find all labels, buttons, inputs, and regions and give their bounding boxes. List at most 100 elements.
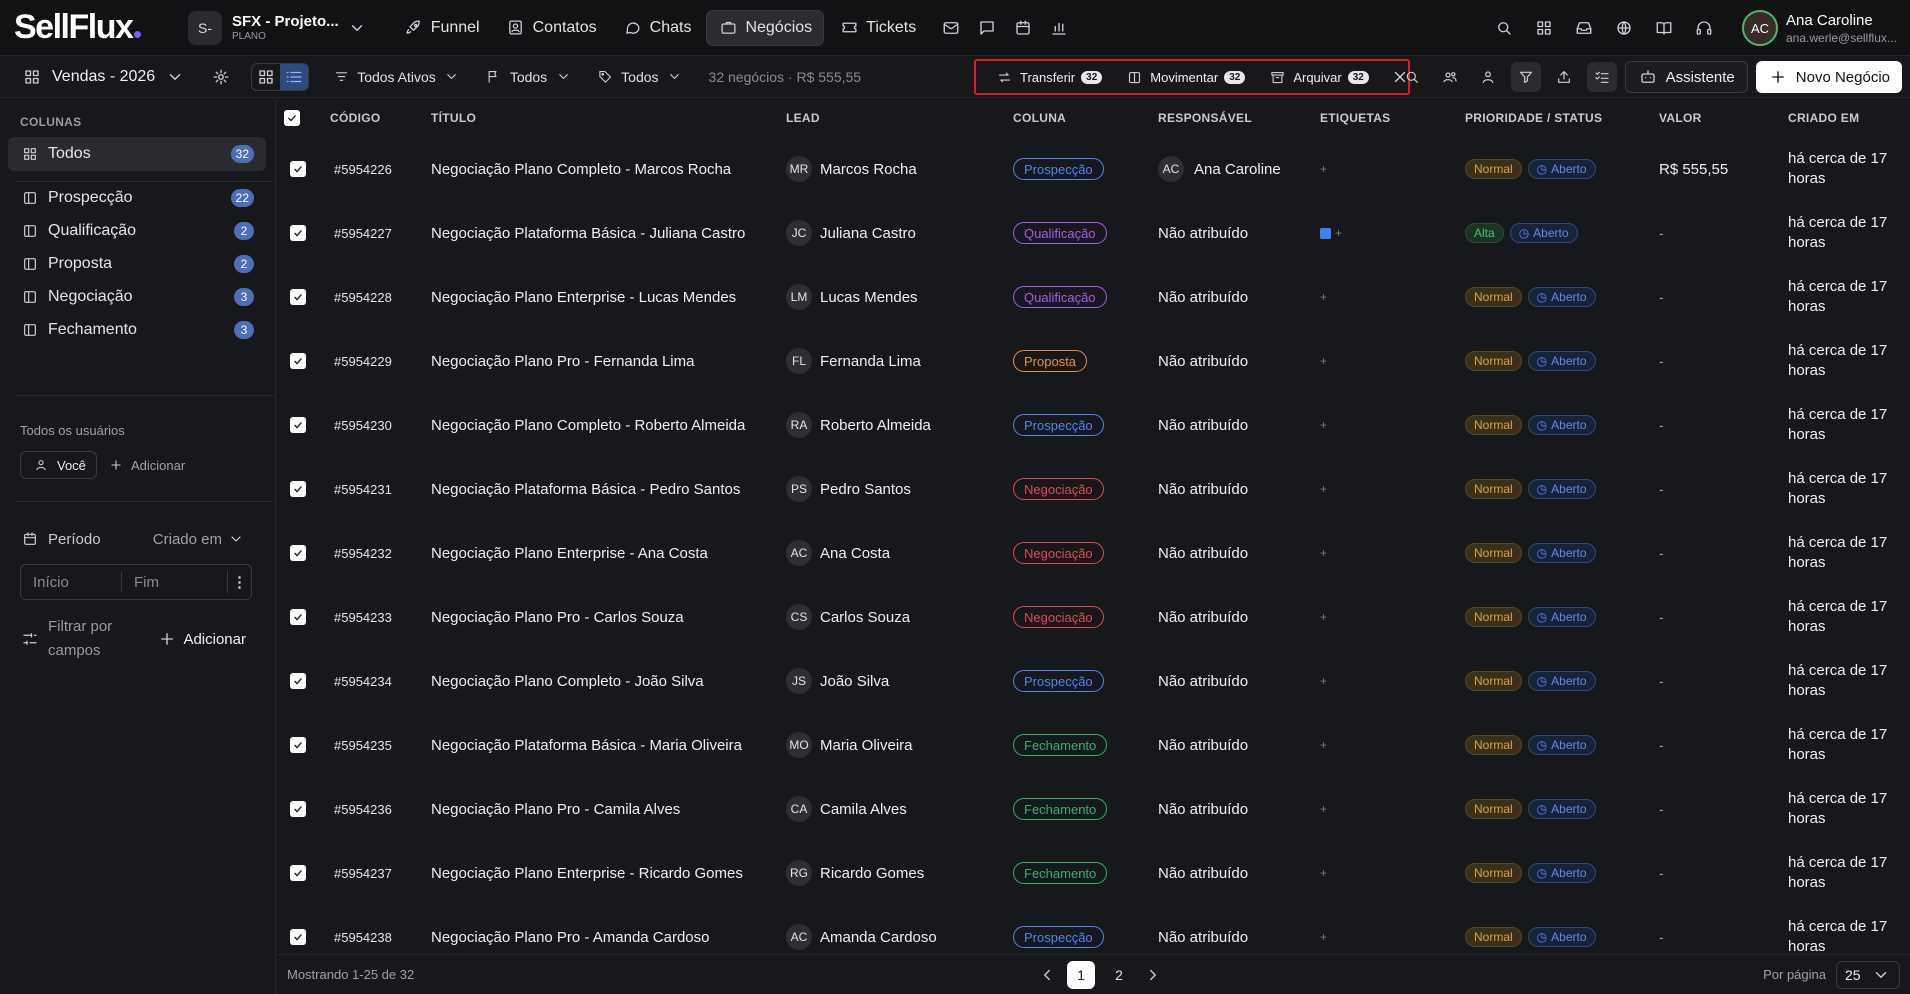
priority-status-cell[interactable]: Normal ◷ Aberto [1465, 649, 1596, 713]
new-deal-button[interactable]: Novo Negócio [1755, 61, 1902, 93]
add-tag-icon[interactable]: + [1320, 354, 1327, 368]
responsible-cell[interactable]: Não atribuído [1158, 841, 1248, 905]
responsible-cell[interactable]: Não atribuído [1158, 457, 1248, 521]
period-select[interactable]: Criado em [153, 529, 246, 549]
add-tag-icon[interactable]: + [1320, 418, 1327, 432]
nav-tickets[interactable]: Tickets [828, 10, 927, 46]
stage-cell[interactable]: Prospecção [1013, 137, 1104, 201]
transfer-button[interactable]: Transferir 32 [994, 67, 1103, 87]
stage-cell[interactable]: Negociação [1013, 585, 1104, 649]
row-checkbox[interactable] [290, 841, 306, 905]
row-checkbox[interactable] [290, 713, 306, 777]
row-checkbox[interactable] [290, 905, 306, 953]
row-checkbox[interactable] [290, 329, 306, 393]
table-row[interactable]: #5954233 Negociação Plano Pro - Carlos S… [277, 585, 1910, 649]
row-checkbox[interactable] [290, 137, 306, 201]
per-page-select[interactable]: 25 [1836, 960, 1900, 989]
add-tag-icon[interactable]: + [1320, 866, 1327, 880]
deal-title[interactable]: Negociação Plano Pro - Carlos Souza [431, 585, 684, 649]
add-tag-icon[interactable]: + [1320, 546, 1327, 560]
header-lead[interactable]: LEAD [786, 99, 820, 137]
deal-title[interactable]: Negociação Plano Enterprise - Lucas Mend… [431, 265, 736, 329]
add-tag-icon[interactable]: + [1320, 162, 1327, 176]
sidebar-item-prospeccao[interactable]: Prospecção 22 [8, 181, 266, 215]
stage-cell[interactable]: Qualificação [1013, 265, 1107, 329]
apps-grid-icon[interactable] [1534, 18, 1554, 38]
table-row[interactable]: #5954236 Negociação Plano Pro - Camila A… [277, 777, 1910, 841]
bar-chart-icon[interactable] [1049, 18, 1069, 38]
sidebar-item-proposta[interactable]: Proposta 2 [8, 247, 266, 281]
priority-status-cell[interactable]: Normal ◷ Aberto [1465, 329, 1596, 393]
responsible-cell[interactable]: Não atribuído [1158, 585, 1248, 649]
users-button[interactable] [1435, 62, 1465, 92]
end-date-input[interactable]: Fim [122, 574, 222, 591]
responsible-cell[interactable]: Não atribuído [1158, 521, 1248, 585]
mail-icon[interactable] [941, 18, 961, 38]
header-responsavel[interactable]: RESPONSÁVEL [1158, 99, 1252, 137]
stage-cell[interactable]: Prospecção [1013, 393, 1104, 457]
responsible-cell[interactable]: Não atribuído [1158, 713, 1248, 777]
stage-cell[interactable]: Negociação [1013, 457, 1104, 521]
header-codigo[interactable]: CÓDIGO [330, 99, 380, 137]
nav-chats[interactable]: Chats [612, 10, 703, 46]
checklist-button[interactable] [1586, 62, 1617, 92]
priority-status-cell[interactable]: Normal ◷ Aberto [1465, 841, 1596, 905]
deal-title[interactable]: Negociação Plano Completo - Marcos Rocha [431, 137, 731, 201]
stage-cell[interactable]: Qualificação [1013, 201, 1107, 265]
headset-icon[interactable] [1694, 18, 1714, 38]
stage-cell[interactable]: Prospecção [1013, 905, 1104, 953]
priority-status-cell[interactable]: Normal ◷ Aberto [1465, 713, 1596, 777]
header-etiquetas[interactable]: ETIQUETAS [1320, 99, 1390, 137]
row-checkbox[interactable] [290, 265, 306, 329]
sidebar-item-todos[interactable]: Todos 32 [8, 137, 266, 171]
stage-cell[interactable]: Fechamento [1013, 777, 1108, 841]
nav-funnel[interactable]: Funnel [393, 10, 491, 46]
responsible-cell[interactable]: AC Ana Caroline [1158, 137, 1281, 201]
deal-title[interactable]: Negociação Plano Pro - Camila Alves [431, 777, 680, 841]
user-menu[interactable]: Ana Caroline ana.werle@sellflux... [1786, 12, 1910, 45]
add-tag-icon[interactable]: + [1320, 738, 1327, 752]
more-vertical-icon[interactable]: ⋮ [227, 571, 251, 593]
table-row[interactable]: #5954232 Negociação Plano Enterprise - A… [277, 521, 1910, 585]
header-criado-em[interactable]: CRIADO EM [1788, 99, 1859, 137]
header-coluna[interactable]: COLUNA [1013, 99, 1066, 137]
book-open-icon[interactable] [1654, 18, 1674, 38]
search-icon[interactable] [1494, 18, 1514, 38]
deal-title[interactable]: Negociação Plano Enterprise - Ricardo Go… [431, 841, 743, 905]
table-row[interactable]: #5954238 Negociação Plano Pro - Amanda C… [277, 905, 1910, 953]
responsible-cell[interactable]: Não atribuído [1158, 905, 1248, 953]
deal-title[interactable]: Negociação Plataforma Básica - Maria Oli… [431, 713, 742, 777]
table-row[interactable]: #5954229 Negociação Plano Pro - Fernanda… [277, 329, 1910, 393]
add-tag-icon[interactable]: + [1320, 802, 1327, 816]
page-2-button[interactable]: 2 [1105, 961, 1133, 989]
table-row[interactable]: #5954228 Negociação Plano Enterprise - L… [277, 265, 1910, 329]
lead-cell[interactable]: JS João Silva [786, 649, 889, 713]
row-checkbox[interactable] [290, 393, 306, 457]
stage-cell[interactable]: Prospecção [1013, 649, 1104, 713]
lead-cell[interactable]: AC Ana Costa [786, 521, 890, 585]
deal-title[interactable]: Negociação Plano Completo - João Silva [431, 649, 704, 713]
nav-contatos[interactable]: Contatos [495, 10, 608, 46]
kanban-view-button[interactable] [252, 64, 280, 90]
user-avatar[interactable]: AC [1742, 10, 1778, 46]
move-button[interactable]: Movimentar 32 [1124, 67, 1246, 87]
table-row[interactable]: #5954237 Negociação Plano Enterprise - R… [277, 841, 1910, 905]
inbox-icon[interactable] [1574, 18, 1594, 38]
deal-title[interactable]: Negociação Plano Enterprise - Ana Costa [431, 521, 708, 585]
stage-cell[interactable]: Fechamento [1013, 841, 1108, 905]
tag-filter[interactable]: Todos [595, 67, 684, 87]
table-row[interactable]: #5954226 Negociação Plano Completo - Mar… [277, 137, 1910, 201]
priority-filter[interactable]: Todos [484, 67, 573, 87]
row-checkbox[interactable] [290, 521, 306, 585]
archive-button[interactable]: Arquivar 32 [1267, 67, 1369, 87]
start-date-input[interactable]: Início [21, 574, 121, 591]
app-logo[interactable]: SellFlux [14, 8, 160, 47]
sidebar-item-fechamento[interactable]: Fechamento 3 [8, 313, 266, 347]
user-button[interactable] [1473, 62, 1503, 92]
lead-cell[interactable]: PS Pedro Santos [786, 457, 911, 521]
sidebar-item-negociacao[interactable]: Negociação 3 [8, 280, 266, 314]
search-button[interactable] [1397, 62, 1427, 92]
lead-cell[interactable]: CS Carlos Souza [786, 585, 910, 649]
deal-title[interactable]: Negociação Plataforma Básica - Pedro San… [431, 457, 740, 521]
chevron-right-icon[interactable] [1143, 965, 1163, 985]
